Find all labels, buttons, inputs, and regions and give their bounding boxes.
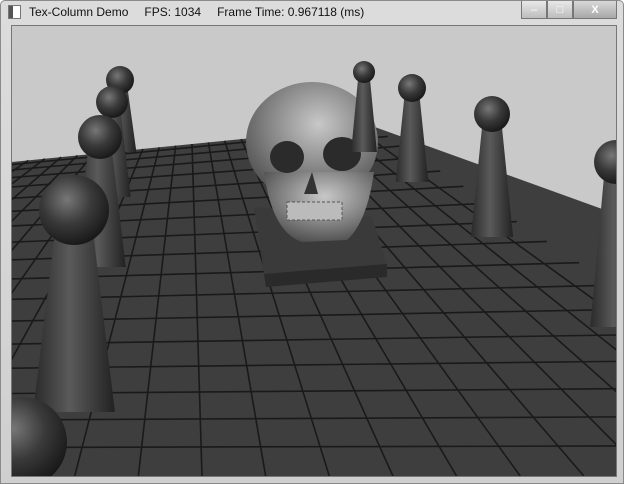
title-bar[interactable]: Tex-Column Demo FPS: 1034 Frame Time: 0.96… [1, 1, 623, 23]
stone-column [395, 96, 429, 182]
app-window: Tex-Column Demo FPS: 1034 Frame Time: 0.96… [0, 0, 624, 484]
fps-readout: FPS: 1034 [144, 5, 202, 19]
column-sphere [78, 115, 122, 159]
maximize-button[interactable]: □ [547, 1, 573, 19]
frame-time-readout: Frame Time: 0.967118 (ms) [217, 5, 365, 19]
column-sphere [96, 86, 128, 118]
column-sphere [353, 61, 375, 83]
column-sphere [474, 96, 510, 132]
stone-column [351, 78, 377, 152]
app-icon[interactable] [8, 5, 21, 19]
app-name: Tex-Column Demo [29, 5, 129, 19]
column-sphere [398, 74, 426, 102]
close-button[interactable]: X [573, 1, 617, 19]
window-title: Tex-Column Demo FPS: 1034 Frame Time: 0.96… [29, 5, 380, 19]
column-sphere [39, 175, 109, 245]
render-viewport[interactable] [11, 25, 617, 477]
3d-scene [12, 61, 616, 476]
column-sphere [594, 140, 616, 184]
minimize-button[interactable]: – [521, 1, 547, 19]
stone-column [470, 124, 514, 237]
